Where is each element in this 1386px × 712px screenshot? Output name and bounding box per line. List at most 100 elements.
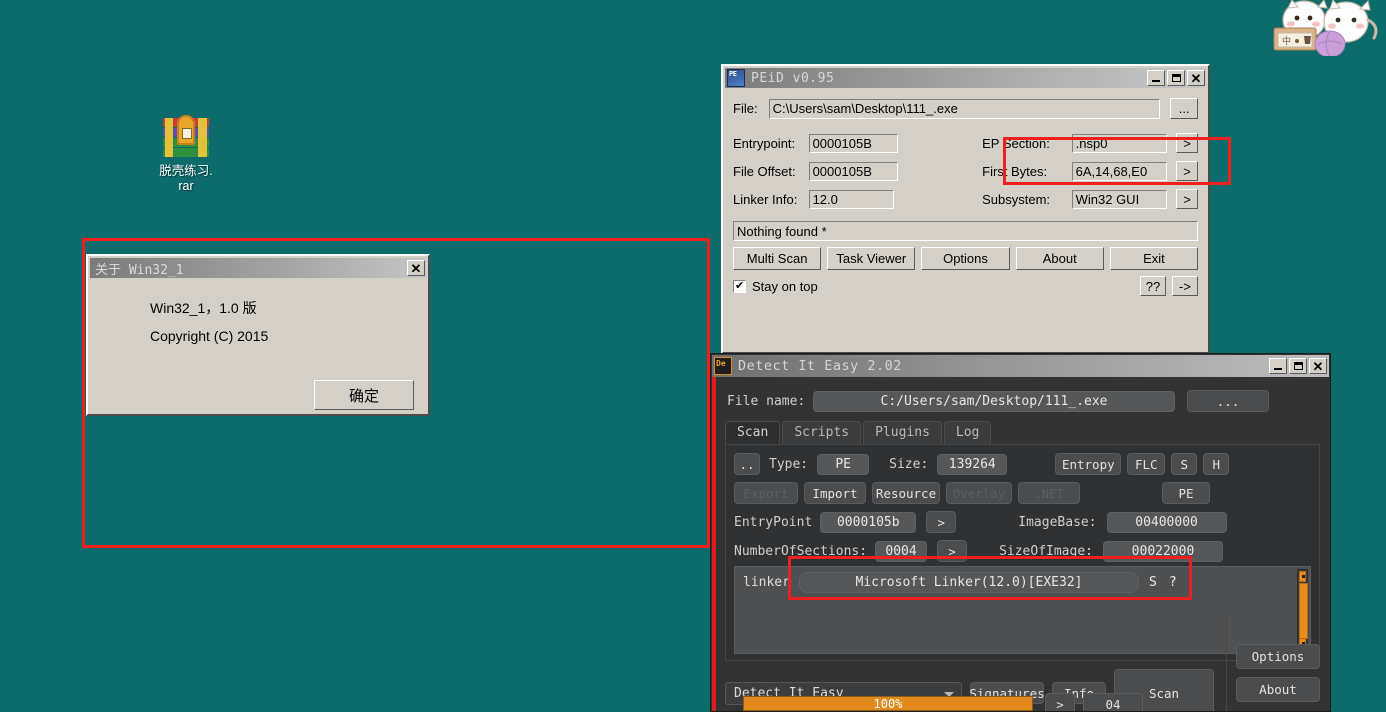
peid-stay-on-top-label: Stay on top — [752, 278, 818, 294]
peid-file-input[interactable]: C:\Users\sam\Desktop\111_.exe — [768, 98, 1161, 119]
die-sizeofimage-label: SizeOfImage: — [999, 543, 1093, 559]
peid-linker-info-label: Linker Info: — [733, 191, 798, 207]
die-left-red-edge — [712, 377, 716, 711]
die-result-signature-button[interactable]: S — [1149, 575, 1157, 590]
die-entrypoint-value[interactable]: 0000105b — [820, 511, 917, 533]
die-progress-bar: 100% — [743, 696, 1033, 711]
detect-it-easy-window[interactable]: Detect It Easy 2.02 ✕ File name: C:/User… — [710, 353, 1331, 712]
die-size-value[interactable]: 139264 — [937, 453, 1008, 475]
die-export-button: Export — [734, 482, 798, 504]
peid-stay-on-top-checkbox[interactable] — [733, 279, 746, 293]
cat-sticker: 中 — [1268, 0, 1386, 56]
die-tab-scripts[interactable]: Scripts — [782, 421, 862, 444]
die-about-button[interactable]: About — [1236, 677, 1320, 702]
peid-file-offset-label: File Offset: — [733, 163, 796, 179]
peid-options-button[interactable]: Options — [921, 247, 1010, 270]
peid-ep-section-label: EP Section: — [982, 135, 1050, 151]
die-result-row[interactable]: linker Microsoft Linker(12.0)[EXE32] S ? — [735, 567, 1310, 593]
die-results-list[interactable]: linker Microsoft Linker(12.0)[EXE32] S ? — [734, 566, 1311, 654]
peid-file-offset-value[interactable]: 0000105B — [808, 161, 899, 181]
die-scrollbar-thumb[interactable] — [1299, 583, 1308, 639]
die-size-label: Size: — [889, 456, 929, 472]
die-dotnet-button: .NET — [1018, 482, 1080, 504]
die-result-help-button[interactable]: ? — [1169, 575, 1177, 590]
die-sizeofimage-value[interactable]: 00022000 — [1102, 540, 1223, 562]
peid-multi-scan-button[interactable]: Multi Scan — [733, 247, 822, 270]
peid-subsystem-label: Subsystem: — [982, 191, 1051, 207]
die-file-name-input[interactable]: C:/Users/sam/Desktop/111_.exe — [813, 390, 1175, 412]
rar-archive-icon — [163, 115, 209, 160]
desktop-icon-rar-archive[interactable]: 脱壳练习. rar — [140, 115, 232, 194]
peid-next-button[interactable]: -> — [1172, 276, 1198, 296]
peid-status-field: Nothing found * — [733, 221, 1198, 241]
peid-entrypoint-label: Entrypoint: — [733, 135, 796, 151]
die-minimize-button[interactable] — [1269, 358, 1287, 374]
die-entrypoint-arrow-button[interactable]: > — [926, 511, 957, 533]
die-hex-button[interactable]: H — [1203, 453, 1230, 475]
peid-linker-info-value[interactable]: 12.0 — [808, 189, 895, 209]
die-entrypoint-label: EntryPoint — [734, 514, 813, 530]
die-sections-label: NumberOfSections: — [734, 543, 868, 559]
die-file-name-label: File name: — [727, 393, 806, 409]
die-options-button[interactable]: Options — [1236, 644, 1320, 669]
peid-title-bar[interactable]: PEiD v0.95 ✕ — [725, 68, 1206, 88]
die-progress-count[interactable]: 04 — [1083, 693, 1143, 711]
peid-first-bytes-label: First Bytes: — [982, 163, 1048, 179]
die-import-button[interactable]: Import — [804, 482, 866, 504]
peid-subsystem-value[interactable]: Win32 GUI — [1071, 189, 1168, 209]
die-progress-arrow-button[interactable]: > — [1045, 693, 1075, 711]
svg-text:中: 中 — [1282, 35, 1291, 47]
die-imagebase-value[interactable]: 00400000 — [1106, 511, 1227, 533]
die-browse-button[interactable]: ... — [1187, 390, 1269, 412]
peid-task-viewer-button[interactable]: Task Viewer — [827, 247, 916, 270]
die-result-kind-label: linker — [743, 575, 790, 590]
peid-maximize-button[interactable] — [1167, 70, 1185, 86]
about-dialog-ok-button[interactable]: 确定 — [314, 380, 414, 410]
peid-exit-button[interactable]: Exit — [1109, 247, 1199, 270]
die-resource-button[interactable]: Resource — [872, 482, 940, 504]
die-entropy-button[interactable]: Entropy — [1055, 453, 1122, 475]
peid-window-title: PEiD v0.95 — [751, 70, 835, 86]
peid-button-row: Multi Scan Task Viewer Options About Exi… — [733, 247, 1199, 270]
die-flc-button[interactable]: FLC — [1127, 453, 1166, 475]
die-close-button[interactable]: ✕ — [1309, 358, 1327, 374]
die-tab-log[interactable]: Log — [943, 421, 992, 444]
peid-about-button[interactable]: About — [1015, 247, 1104, 270]
scroll-up-arrow-icon[interactable] — [1299, 571, 1306, 582]
about-dialog-product-line: Win32_1，1.0 版 — [150, 300, 257, 316]
peid-minimize-button[interactable] — [1147, 70, 1165, 86]
die-result-detection[interactable]: Microsoft Linker(12.0)[EXE32] — [799, 572, 1139, 593]
die-sections-value[interactable]: 0004 — [875, 540, 928, 562]
peid-ep-section-arrow-button[interactable]: > — [1176, 133, 1199, 153]
die-type-label: Type: — [769, 456, 809, 472]
peid-entrypoint-value[interactable]: 0000105B — [808, 133, 899, 153]
die-title-bar[interactable]: Detect It Easy 2.02 ✕ — [712, 355, 1329, 377]
peid-first-bytes-arrow-button[interactable]: > — [1176, 161, 1199, 181]
desktop: 脱壳练习. rar 中 PE PEiD v0.95 ✕ File: C:\Use… — [0, 0, 1386, 712]
die-pe-button[interactable]: PE — [1162, 482, 1210, 504]
peid-subsystem-arrow-button[interactable]: > — [1176, 189, 1198, 209]
die-results-scrollbar[interactable] — [1297, 569, 1308, 651]
peid-window[interactable]: PEiD v0.95 ✕ File: C:\Users\sam\Desktop\… — [721, 64, 1210, 354]
die-sections-arrow-button[interactable]: > — [937, 540, 968, 562]
peid-app-icon — [727, 69, 745, 87]
die-maximize-button[interactable] — [1289, 358, 1307, 374]
peid-help-button[interactable]: ?? — [1140, 276, 1166, 296]
die-updir-button[interactable]: .. — [734, 453, 760, 475]
about-win32-dialog[interactable]: 关于 Win32_1 ✕ Win32_1，1.0 版 Copyright (C)… — [86, 254, 430, 416]
peid-first-bytes-value[interactable]: 6A,14,68,E0 — [1071, 161, 1168, 181]
die-strings-button[interactable]: S — [1171, 453, 1198, 475]
die-app-icon — [714, 357, 732, 375]
desktop-icon-label-line2: rar — [178, 179, 194, 193]
about-dialog-close-button[interactable]: ✕ — [407, 260, 425, 276]
peid-close-button[interactable]: ✕ — [1187, 70, 1205, 86]
die-vertical-separator — [1226, 616, 1227, 711]
peid-ep-section-value[interactable]: .nsp0 — [1071, 133, 1168, 153]
peid-browse-button[interactable]: ... — [1170, 98, 1198, 119]
die-tab-scan[interactable]: Scan — [725, 421, 781, 444]
about-dialog-title-bar[interactable]: 关于 Win32_1 ✕ — [90, 258, 426, 278]
die-overlay-button: Overlay — [946, 482, 1012, 504]
die-type-value[interactable]: PE — [817, 453, 870, 475]
peid-file-label: File: — [733, 101, 758, 116]
die-tab-plugins[interactable]: Plugins — [863, 421, 942, 444]
